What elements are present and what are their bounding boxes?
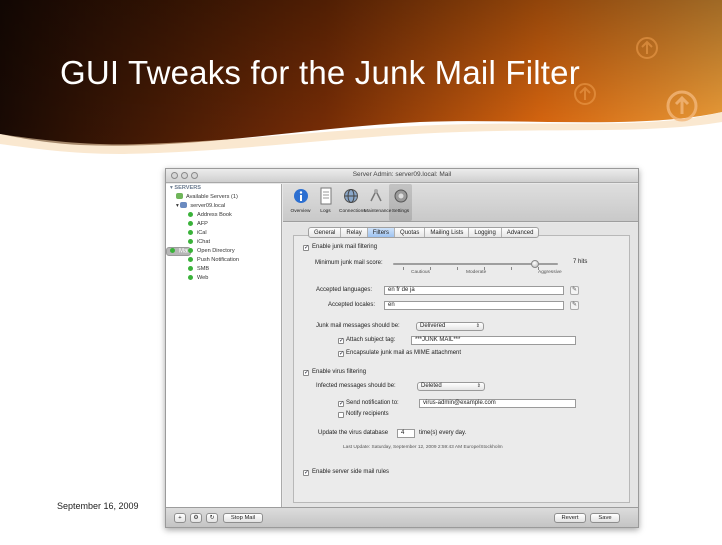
logs-button[interactable]: Logs bbox=[314, 184, 337, 221]
action-menu-button[interactable]: ⚙ bbox=[190, 513, 202, 523]
min-score-slider[interactable] bbox=[530, 260, 539, 268]
gear-icon bbox=[394, 189, 407, 203]
settings-content: General Relay Filters Quotas Mailing Lis… bbox=[283, 223, 638, 507]
sidebar-item-available-servers[interactable]: Available Servers (1) bbox=[166, 193, 281, 202]
sidebar-item-push-notification[interactable]: Push Notification bbox=[166, 256, 281, 265]
accepted-locales-label: Accepted locales: bbox=[328, 302, 376, 308]
enable-junk-label: Enable junk mail filtering bbox=[312, 244, 378, 250]
toolbar: Overview Logs Connections Maintenance Se… bbox=[283, 184, 638, 222]
last-update-text: Last Update: Saturday, September 12, 200… bbox=[343, 445, 503, 450]
revert-button[interactable]: Revert bbox=[554, 513, 586, 523]
sidebar-item-afp[interactable]: AFP bbox=[166, 220, 281, 229]
sidebar-item-address-book[interactable]: Address Book bbox=[166, 211, 281, 220]
tab-filters[interactable]: Filters bbox=[367, 228, 396, 237]
window-title: Server Admin: server09.local: Mail bbox=[352, 171, 452, 178]
attach-subject-tag-label: Attach subject tag: bbox=[346, 337, 396, 343]
accepted-languages-label: Accepted languages: bbox=[316, 287, 373, 293]
min-score-label: Minimum junk mail score: bbox=[315, 260, 383, 266]
accepted-languages-field[interactable]: en fr de ja bbox=[384, 286, 564, 295]
encapsulate-checkbox[interactable]: ✓ bbox=[338, 351, 344, 357]
status-dot-icon bbox=[188, 247, 193, 253]
status-dot-icon bbox=[188, 238, 193, 244]
settings-button[interactable]: Settings bbox=[389, 184, 412, 221]
enable-virus-checkbox[interactable]: ✓ bbox=[303, 370, 309, 376]
status-dot-icon bbox=[188, 220, 193, 226]
min-score-value: 7 hits bbox=[573, 259, 588, 265]
send-notification-label: Send notification to: bbox=[346, 400, 399, 406]
server-icon bbox=[180, 202, 188, 208]
enable-server-rules-label: Enable server side mail rules bbox=[312, 469, 390, 475]
connections-button[interactable]: Connections bbox=[339, 184, 366, 221]
globe-icon bbox=[343, 189, 358, 203]
junk-should-be-label: Junk mail messages should be: bbox=[316, 323, 400, 329]
status-dot-icon bbox=[188, 211, 193, 217]
sidebar-header: ▾ SERVERS bbox=[170, 185, 202, 191]
bottom-bar: + ⚙ ↻ Stop Mail Revert Save bbox=[166, 507, 638, 527]
sidebar-item-web[interactable]: Web bbox=[166, 274, 281, 283]
encapsulate-label: Encapsulate junk mail as MIME attachment bbox=[346, 350, 462, 356]
tab-relay[interactable]: Relay bbox=[341, 228, 368, 237]
infected-should-be-label: Infected messages should be: bbox=[316, 383, 396, 389]
status-dot-icon bbox=[188, 229, 193, 235]
window-titlebar: Server Admin: server09.local: Mail bbox=[166, 169, 638, 183]
notify-recipients-label: Notify recipients bbox=[346, 411, 389, 417]
subject-tag-field[interactable]: ***JUNK MAIL*** bbox=[411, 336, 576, 345]
tab-general[interactable]: General bbox=[309, 228, 342, 237]
stop-mail-button[interactable]: Stop Mail bbox=[223, 513, 263, 523]
enable-virus-label: Enable virus filtering bbox=[312, 369, 367, 375]
arrows-icon bbox=[369, 189, 382, 202]
status-dot-icon bbox=[188, 256, 193, 262]
infected-action-select[interactable]: Deleted ⇕ bbox=[417, 382, 485, 391]
update-label: Update the virus database bbox=[318, 430, 389, 436]
document-icon bbox=[320, 187, 331, 205]
sidebar-item-ical[interactable]: iCal bbox=[166, 229, 281, 238]
update-suffix: time(s) every day. bbox=[419, 430, 467, 436]
enable-server-rules-checkbox[interactable]: ✓ bbox=[303, 470, 309, 476]
tab-advanced[interactable]: Advanced bbox=[502, 228, 539, 237]
save-button[interactable]: Save bbox=[590, 513, 620, 523]
settings-tabs: General Relay Filters Quotas Mailing Lis… bbox=[308, 227, 540, 238]
status-dot-icon bbox=[188, 274, 193, 280]
tab-mailing-lists[interactable]: Mailing Lists bbox=[425, 228, 470, 237]
update-count-field[interactable]: 4 bbox=[397, 429, 415, 438]
sidebar-item-server[interactable]: ▾ server09.local bbox=[166, 202, 281, 211]
notify-recipients-checkbox[interactable] bbox=[338, 412, 344, 418]
notification-address-field[interactable]: virus-admin@example.com bbox=[419, 399, 576, 408]
add-button[interactable]: + bbox=[174, 513, 186, 523]
server-sidebar: ▾ SERVERS Available Servers (1) ▾ server… bbox=[166, 184, 282, 507]
servers-group-icon bbox=[176, 193, 183, 199]
send-notification-checkbox[interactable]: ✓ bbox=[338, 401, 344, 407]
edit-languages-button[interactable]: ✎ bbox=[570, 286, 579, 295]
edit-locales-button[interactable]: ✎ bbox=[570, 301, 579, 310]
slide: GUI Tweaks for the Junk Mail Filter Sept… bbox=[0, 0, 722, 545]
status-dot-icon bbox=[188, 265, 193, 271]
scale-moderate: Moderate bbox=[466, 270, 487, 275]
scale-aggressive: Aggressive bbox=[538, 270, 562, 275]
refresh-button[interactable]: ↻ bbox=[206, 513, 218, 523]
slide-date: September 16, 2009 bbox=[57, 501, 139, 511]
sidebar-item-smb[interactable]: SMB bbox=[166, 265, 281, 274]
slide-title: GUI Tweaks for the Junk Mail Filter bbox=[60, 54, 580, 91]
overview-button[interactable]: Overview bbox=[289, 184, 312, 221]
scale-cautious: Cautious bbox=[411, 270, 430, 275]
sidebar-item-open-directory[interactable]: Open Directory bbox=[166, 247, 281, 256]
tab-quotas[interactable]: Quotas bbox=[395, 228, 426, 237]
accepted-locales-field[interactable]: en bbox=[384, 301, 564, 310]
maintenance-button[interactable]: Maintenance bbox=[364, 184, 391, 221]
info-icon bbox=[293, 189, 308, 203]
junk-action-select[interactable]: Delivered ⇕ bbox=[416, 322, 484, 331]
tab-logging[interactable]: Logging bbox=[469, 228, 502, 237]
sidebar-item-ichat[interactable]: iChat bbox=[166, 238, 281, 247]
enable-junk-checkbox[interactable]: ✓ bbox=[303, 245, 309, 251]
server-admin-window: Server Admin: server09.local: Mail ▾ SER… bbox=[165, 168, 639, 528]
attach-subject-tag-checkbox[interactable]: ✓ bbox=[338, 338, 344, 344]
